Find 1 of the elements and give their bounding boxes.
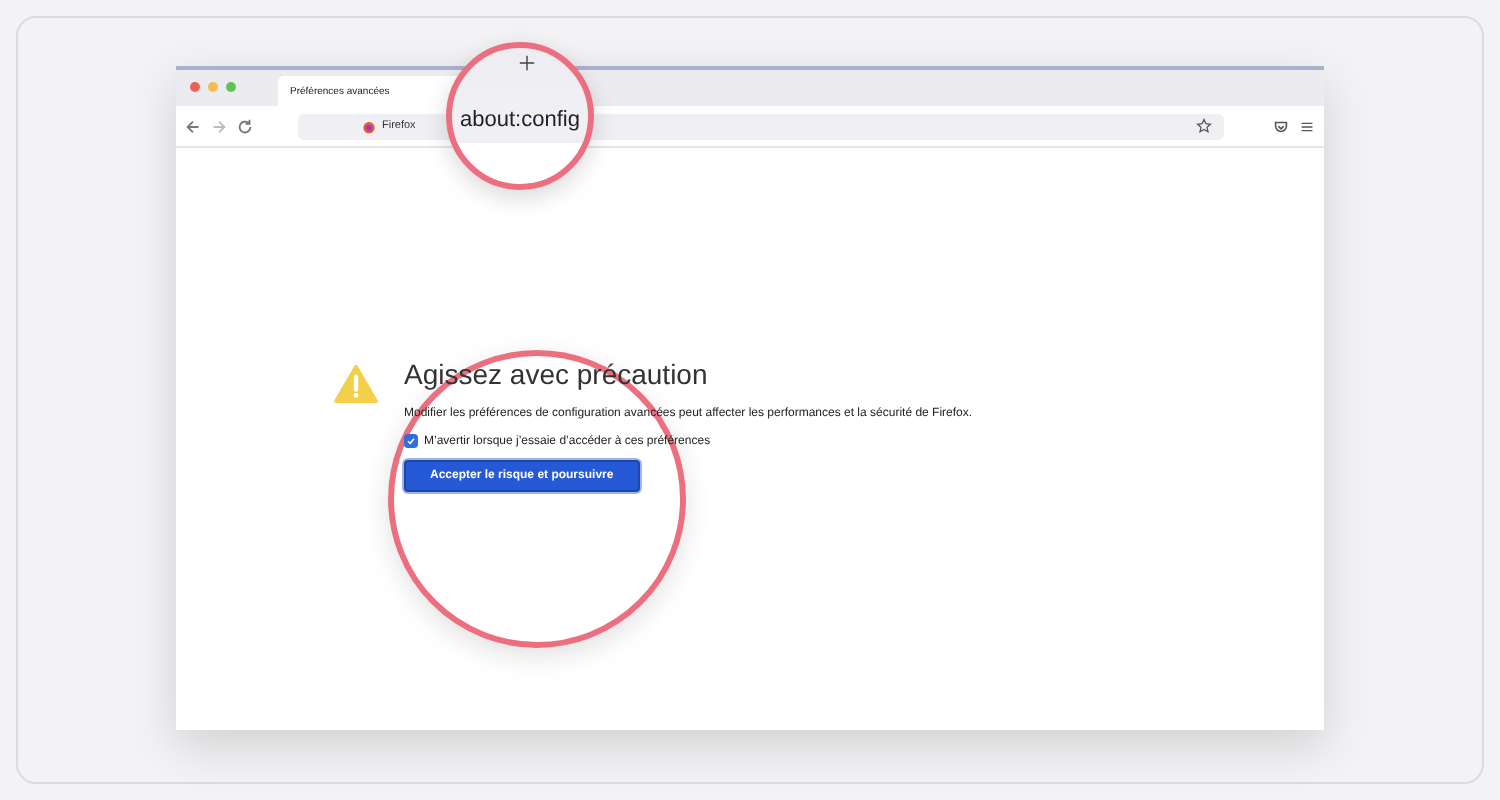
- magnified-url: about:config: [460, 108, 580, 132]
